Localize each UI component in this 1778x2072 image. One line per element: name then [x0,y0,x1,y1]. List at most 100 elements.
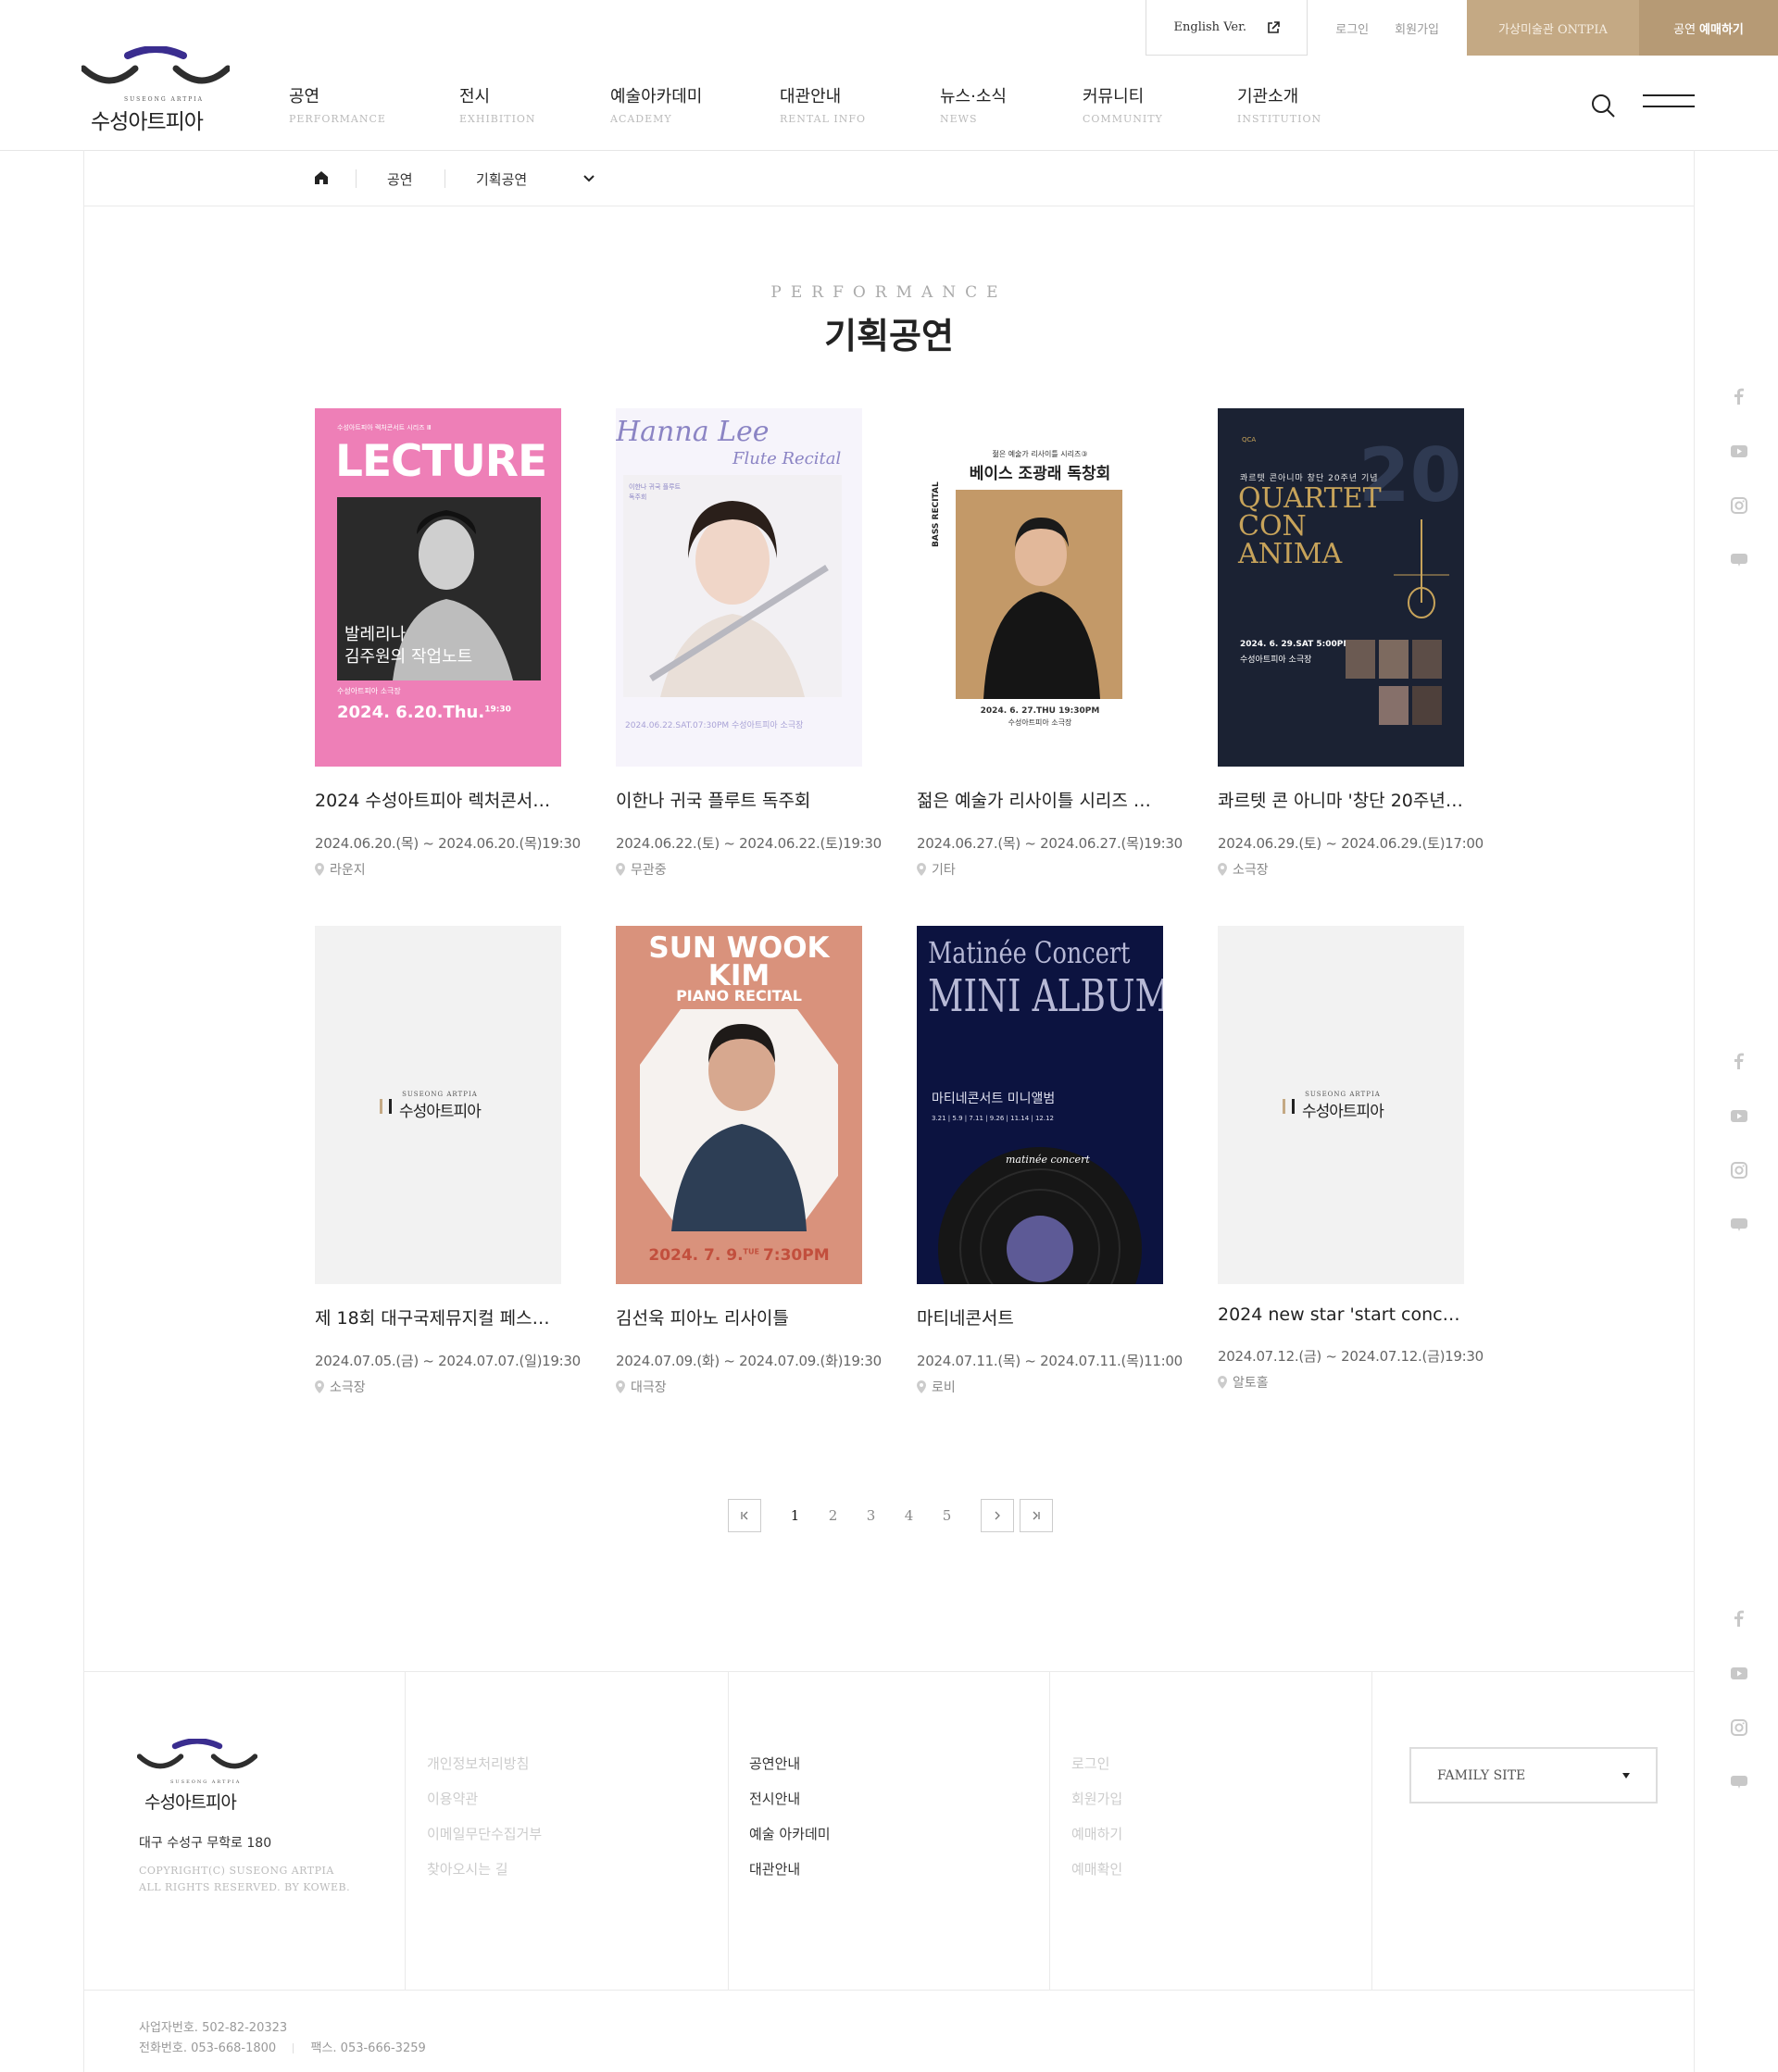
footer-link[interactable]: 대관안내 [749,1852,831,1887]
footer-link[interactable]: 이용약관 [427,1781,542,1816]
poster-photo [1412,640,1442,679]
performance-card[interactable]: Matinée Concert MINI ALBUM 마티네콘서트 미니앨범 3… [917,926,1183,1396]
poster-sub: 젊은 예술가 리사이틀 시리즈③ [992,450,1088,458]
page-number[interactable]: 1 [776,1507,814,1524]
nav-performance[interactable]: 공연 PERFORMANCE [289,83,386,125]
nav-community[interactable]: 커뮤니티 COMMUNITY [1083,83,1163,125]
footer-link[interactable]: 전시안내 [749,1781,831,1816]
phone-number: 전화번호. 053-668-1800 [139,2041,277,2055]
nav-label: 전시 [459,87,491,106]
nav-label: 공연 [289,87,320,106]
youtube-icon[interactable] [1730,442,1748,460]
card-title[interactable]: 2024 수성아트피아 렉처콘서트 시리즈 Ⅲ [315,787,561,812]
search-button[interactable] [1589,92,1617,119]
page-number[interactable]: 5 [928,1507,966,1524]
ontpia-button[interactable]: 가상미술관 ONTPIA [1467,0,1639,56]
nav-exhibition[interactable]: 전시 EXHIBITION [459,83,536,125]
performance-card[interactable]: SUSEONG ARTPIA 수성아트피아 2024 new star 'sta… [1218,926,1484,1392]
pager-first-button[interactable] [728,1499,761,1532]
placeholder-text: SUSEONG ARTPIA 수성아트피아 [1302,1091,1384,1121]
poster-subtitle: PIANO RECITAL [676,987,802,1005]
location-pin-icon [1218,863,1227,876]
instagram-icon[interactable] [1730,1161,1748,1180]
card-title[interactable]: 이한나 귀국 플루트 독주회 [616,787,862,812]
facebook-icon[interactable] [1730,1609,1748,1628]
footer-link[interactable]: 찾아오시는 길 [427,1852,542,1887]
card-title[interactable]: 김선욱 피아노 리사이틀 [616,1304,862,1329]
blog-icon[interactable] [1730,1773,1748,1791]
pager-last-button[interactable] [1020,1499,1053,1532]
breadcrumb-level1[interactable]: 공연 [387,169,413,189]
breadcrumb-level2[interactable]: 기획공연 [476,169,527,189]
youtube-icon[interactable] [1730,1664,1748,1682]
performance-card[interactable]: SUSEONG ARTPIA 수성아트피아 제 18회 대구국제뮤지컬 페스티벌… [315,926,581,1396]
card-title[interactable]: 콰르텟 콘 아니마 '창단 20주년 기념' 제45회 정기연주회 [1218,787,1464,812]
footer-address: 대구 수성구 무학로 180 [139,1836,272,1851]
family-site-select[interactable]: FAMILY SITE [1409,1747,1658,1804]
nav-rental[interactable]: 대관안내 RENTAL INFO [780,83,866,125]
footer-link[interactable]: 예매하기 [1071,1816,1122,1852]
performance-card[interactable]: 젊은 예술가 리사이틀 시리즈③ 베이스 조광래 독창회 BASS RECITA… [917,408,1183,879]
caret-down-icon [1622,1772,1630,1779]
poster-bass[interactable]: 젊은 예술가 리사이틀 시리즈③ 베이스 조광래 독창회 BASS RECITA… [917,408,1163,767]
login-link[interactable]: 로그인 [1335,19,1369,37]
facebook-icon[interactable] [1730,387,1748,406]
poster-quartet[interactable]: QCA 20 콰르텟 콘아니마 창단 20주년 기념 QUARTET CON A… [1218,408,1464,767]
blog-icon[interactable] [1730,551,1748,569]
hamburger-menu-button[interactable] [1643,94,1695,113]
external-link-icon [1268,20,1280,33]
card-title[interactable]: 2024 new star 'start concert' [1218,1304,1464,1325]
breadcrumb-dropdown[interactable] [579,168,599,188]
nav-label: 대관안내 [780,87,842,106]
card-date: 2024.06.27.(목) ~ 2024.06.27.(목)19:30 [917,835,1183,852]
join-link[interactable]: 회원가입 [1395,19,1439,37]
poster-placeholder[interactable]: SUSEONG ARTPIA 수성아트피아 [315,926,561,1284]
poster-placeholder[interactable]: SUSEONG ARTPIA 수성아트피아 [1218,926,1464,1284]
page-number[interactable]: 3 [852,1507,890,1524]
footer-link[interactable]: 공연안내 [749,1746,831,1781]
footer-link[interactable]: 로그인 [1071,1746,1122,1781]
card-title[interactable]: 마티네콘서트 [917,1304,1163,1329]
logo-text: 수성아트피아 [91,110,204,134]
blog-icon[interactable] [1730,1216,1748,1234]
card-title[interactable]: 젊은 예술가 리사이틀 시리즈 <베이스 조광래 독창회> [917,787,1163,812]
page-number[interactable]: 4 [890,1507,928,1524]
nav-institution[interactable]: 기관소개 INSTITUTION [1237,83,1321,125]
footer-logo[interactable]: SUSEONG ARTPIA 수성아트피아 [136,1738,258,1822]
page-number[interactable]: 2 [814,1507,852,1524]
card-place-label: 라운지 [330,863,366,878]
booking-button[interactable]: 공연 예매하기 [1639,0,1778,56]
poster-lecture[interactable]: 수성아트피아 렉처콘서트 시리즈 Ⅲ LECTURE 발레리나 김주원의 작업노… [315,408,561,767]
poster-piano[interactable]: SUN WOOK KIM PIANO RECITAL 2024. 7. 9.TU… [616,926,862,1284]
performance-card[interactable]: Hanna Lee Flute Recital 이한나 귀국 플루트 독주회 2… [616,408,882,879]
poster-flute[interactable]: Hanna Lee Flute Recital 이한나 귀국 플루트 독주회 2… [616,408,862,767]
breadcrumb-home[interactable] [313,169,330,186]
performance-card[interactable]: SUN WOOK KIM PIANO RECITAL 2024. 7. 9.TU… [616,926,882,1396]
instagram-icon[interactable] [1730,1718,1748,1737]
poster-time: 7:30PM [762,1246,830,1265]
footer-link[interactable]: 회원가입 [1071,1781,1122,1816]
poster-matinee[interactable]: Matinée Concert MINI ALBUM 마티네콘서트 미니앨범 3… [917,926,1163,1284]
card-place: 알토홀 [1218,1373,1464,1392]
english-version-link[interactable]: English Ver. [1146,0,1308,56]
pager-next-button[interactable] [981,1499,1014,1532]
performance-card[interactable]: QCA 20 콰르텟 콘아니마 창단 20주년 기념 QUARTET CON A… [1218,408,1484,879]
card-place-label: 무관중 [631,863,667,878]
youtube-icon[interactable] [1730,1106,1748,1125]
facebook-icon[interactable] [1730,1052,1748,1070]
footer-link[interactable]: 예술 아카데미 [749,1816,831,1852]
instagram-icon[interactable] [1730,496,1748,515]
frame-line-right [1694,150,1695,2072]
card-date: 2024.07.09.(화) ~ 2024.07.09.(화)19:30 [616,1353,882,1369]
footer-link[interactable]: 개인정보처리방침 [427,1746,542,1781]
logo-sub: SUSEONG ARTPIA [170,1779,242,1785]
card-title[interactable]: 제 18회 대구국제뮤지컬 페스티벌 공식초청작 [315,1304,561,1329]
placeholder-logo: SUSEONG ARTPIA 수성아트피아 [1283,1091,1384,1121]
footer-link[interactable]: 예매확인 [1071,1852,1122,1887]
site-logo[interactable]: SUSEONG ARTPIA 수성아트피아 [80,45,232,134]
nav-news[interactable]: 뉴스·소식 NEWS [940,83,1007,125]
footer-link[interactable]: 이메일무단수집거부 [427,1816,542,1852]
nav-academy[interactable]: 예술아카데미 ACADEMY [610,83,702,125]
performance-card[interactable]: 수성아트피아 렉처콘서트 시리즈 Ⅲ LECTURE 발레리나 김주원의 작업노… [315,408,581,879]
poster-headline: LECTURE [335,436,547,487]
